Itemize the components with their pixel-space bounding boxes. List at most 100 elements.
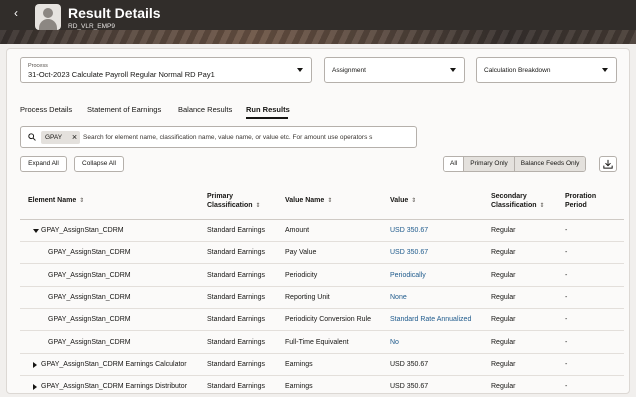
column-header-proration-period[interactable]: Proration Period	[565, 192, 596, 210]
cell-proration-period: -	[565, 293, 568, 301]
cell-primary-classification: Standard Earnings	[207, 360, 265, 368]
cell-element-name: GPAY_AssignStan_CDRM Earnings Calculator	[41, 360, 187, 368]
table-row[interactable]: GPAY_AssignStan_CDRM Standard Earnings Rep…	[20, 287, 624, 309]
process-value: 31-Oct-2023 Calculate Payroll Regular No…	[28, 70, 215, 79]
cell-element-name: GPAY_AssignStan_CDRM	[48, 249, 131, 257]
download-button[interactable]	[599, 156, 617, 172]
search-input[interactable]	[83, 131, 413, 144]
cell-primary-classification: Standard Earnings	[207, 249, 265, 257]
cell-element-name: GPAY_AssignStan_CDRM	[48, 338, 131, 346]
search-bar[interactable]: GPAY ×	[20, 126, 417, 148]
cell-primary-classification: Standard Earnings	[207, 338, 265, 346]
avatar-body	[39, 19, 57, 30]
filter-chip: GPAY ×	[41, 131, 81, 144]
close-icon[interactable]: ×	[72, 131, 77, 143]
column-header-label: Period	[565, 202, 587, 209]
column-header-label: Proration	[565, 193, 597, 200]
cell-value-name: Full-Time Equivalent	[285, 338, 349, 346]
header-banner	[0, 30, 636, 44]
cell-secondary-classification: Regular	[491, 293, 516, 301]
column-header-label: Secondary	[491, 193, 527, 200]
filter-primary-only-button[interactable]: Primary Only	[463, 157, 514, 171]
expand-all-button[interactable]: Expand All	[20, 156, 67, 172]
cell-value-name: Pay Value	[285, 249, 317, 257]
cell-proration-period: -	[565, 383, 568, 391]
column-header-label: Classification	[207, 202, 253, 209]
cell-proration-period: -	[565, 249, 568, 257]
avatar	[35, 4, 61, 30]
collapse-all-button[interactable]: Collapse All	[74, 156, 124, 172]
download-icon	[603, 159, 613, 169]
cell-secondary-classification: Regular	[491, 249, 516, 257]
cell-value-name: Earnings	[285, 383, 313, 391]
table-row[interactable]: GPAY_AssignStan_CDRM Standard Earnings Ful…	[20, 332, 624, 354]
column-header-label: Element Name	[28, 197, 77, 204]
cell-proration-period: -	[565, 227, 568, 234]
table-row[interactable]: GPAY_AssignStan_CDRM Standard Earnings Per…	[20, 309, 624, 332]
calculation-value: Calculation Breakdown	[484, 67, 551, 74]
sort-icon: ⇕	[255, 203, 261, 209]
tab-statement-of-earnings[interactable]: Statement of Earnings	[87, 105, 161, 114]
cell-proration-period: -	[565, 316, 568, 324]
sort-icon: ⇕	[539, 203, 545, 209]
column-header-value-name[interactable]: Value Name ⇕	[285, 196, 332, 206]
cell-value[interactable]: Standard Rate Annualized	[390, 316, 471, 323]
process-select[interactable]: Process 31-Oct-2023 Calculate Payroll Re…	[20, 57, 312, 83]
column-header-value[interactable]: Value ⇕	[390, 196, 416, 206]
cell-value-name: Earnings	[285, 360, 313, 368]
cell-primary-classification: Standard Earnings	[207, 316, 265, 324]
chevron-down-icon	[602, 68, 608, 72]
search-icon	[28, 133, 36, 141]
filter-all-button[interactable]: All	[444, 157, 464, 171]
sort-icon: ⇕	[411, 198, 417, 204]
cell-value[interactable]: USD 350.67	[390, 249, 428, 256]
chevron-left-icon[interactable]: ‹	[14, 6, 18, 20]
sort-icon: ⇕	[79, 198, 85, 204]
page-header: ‹ Result Details RD_VLR_EMP9	[0, 0, 636, 44]
cell-secondary-classification: Regular	[491, 227, 516, 234]
expand-row-icon[interactable]	[33, 384, 37, 391]
cell-secondary-classification: Regular	[491, 383, 516, 391]
column-header-label: Primary	[207, 193, 234, 200]
cell-primary-classification: Standard Earnings	[207, 271, 265, 279]
column-header-primary-classification[interactable]: Primary Classification ⇕	[207, 192, 261, 211]
chevron-down-icon	[297, 68, 303, 72]
cell-secondary-classification: Regular	[491, 338, 516, 346]
sort-icon: ⇕	[327, 198, 333, 204]
filter-balance-feeds-button[interactable]: Balance Feeds Only	[513, 157, 586, 171]
chevron-down-icon	[450, 68, 456, 72]
column-header-secondary-classification[interactable]: Secondary Classification ⇕	[491, 192, 545, 211]
table-row[interactable]: GPAY_AssignStan_CDRM Standard Earnings Per…	[20, 265, 624, 287]
page-title: Result Details	[68, 5, 161, 21]
table-row[interactable]: GPAY_AssignStan_CDRM Standard Earnings Amo…	[20, 220, 624, 242]
page-subtitle: RD_VLR_EMP9	[68, 23, 115, 30]
expand-row-icon[interactable]	[33, 361, 37, 368]
table-row[interactable]: GPAY_AssignStan_CDRM Earnings Distributo…	[20, 376, 624, 397]
active-tab-indicator	[246, 117, 288, 119]
cell-value[interactable]: USD 350.67	[390, 227, 428, 234]
cell-value[interactable]: None	[390, 294, 407, 301]
cell-value-name: Amount	[285, 227, 310, 234]
cell-proration-period: -	[565, 360, 568, 368]
cell-primary-classification: Standard Earnings	[207, 293, 265, 301]
avatar-head	[43, 8, 53, 18]
collapse-row-icon[interactable]	[33, 229, 39, 233]
table-row[interactable]: GPAY_AssignStan_CDRM Earnings Calculator…	[20, 354, 624, 376]
cell-value[interactable]: Periodically	[390, 272, 426, 279]
cell-element-name: GPAY_AssignStan_CDRM Earnings Distributo…	[41, 383, 188, 391]
calculation-select[interactable]: Calculation Breakdown	[476, 57, 617, 83]
assignment-select[interactable]: Assignment	[324, 57, 465, 83]
cell-secondary-classification: Regular	[491, 316, 516, 324]
column-header-element-name[interactable]: Element Name ⇕	[28, 196, 84, 206]
tab-run-results[interactable]: Run Results	[246, 105, 290, 114]
cell-element-name: GPAY_AssignStan_CDRM	[41, 227, 124, 234]
assignment-value: Assignment	[332, 67, 366, 74]
filter-toggle-group: All Primary Only Balance Feeds Only	[443, 156, 587, 172]
cell-primary-classification: Standard Earnings	[207, 227, 265, 234]
cell-value[interactable]: No	[390, 339, 399, 346]
table-row[interactable]: GPAY_AssignStan_CDRM Standard Earnings Pay…	[20, 242, 624, 265]
cell-proration-period: -	[565, 338, 568, 346]
cell-value-name: Periodicity	[285, 271, 318, 279]
tab-process-details[interactable]: Process Details	[20, 105, 72, 114]
tab-balance-results[interactable]: Balance Results	[178, 105, 232, 114]
